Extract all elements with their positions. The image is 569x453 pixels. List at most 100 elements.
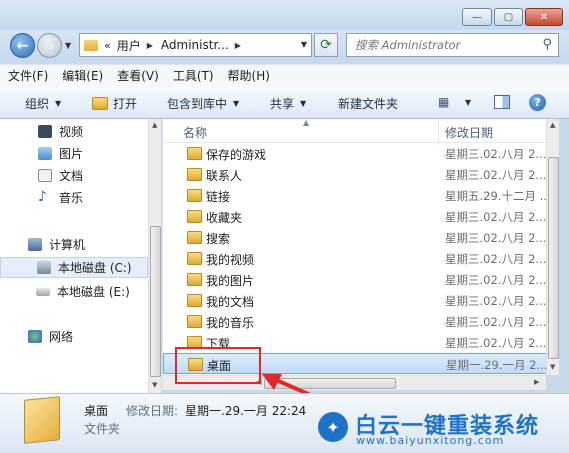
title-bar: — ▢ ✕	[0, 0, 569, 30]
nav-item-drive-e[interactable]: 本地磁盘 (E:)	[0, 281, 148, 302]
organize-button[interactable]: 组织 ▼	[25, 95, 61, 112]
nav-item-documents[interactable]: 文档	[0, 165, 148, 186]
file-row[interactable]: 链接 星期五.29.十二月 ...	[163, 185, 547, 206]
nav-item-music[interactable]: ♪ 音乐	[0, 187, 148, 208]
folder-icon	[187, 210, 202, 223]
search-input[interactable]	[355, 38, 535, 52]
folder-icon	[187, 273, 202, 286]
sort-ascending-icon: ▲	[303, 118, 310, 127]
column-divider[interactable]	[438, 119, 439, 143]
file-row[interactable]: 我的图片 星期三.02.八月 2...	[163, 269, 547, 290]
scroll-right-icon[interactable]: ▶	[534, 378, 539, 386]
file-list: ▲ 名称 修改日期 保存的游戏 星期三.02.八月 2... 联系人 星期三.02.…	[162, 118, 547, 375]
picture-icon	[38, 147, 52, 160]
scroll-down-icon[interactable]: ▼	[152, 381, 157, 389]
folder-icon	[187, 189, 202, 202]
nav-label: 本地磁盘 (C:)	[58, 261, 132, 275]
file-row[interactable]: 保存的游戏 星期三.02.八月 2...	[163, 143, 547, 164]
nav-item-drive-c[interactable]: 本地磁盘 (C:)	[0, 257, 148, 278]
preview-pane-icon[interactable]	[494, 95, 510, 109]
file-row[interactable]: 搜索 星期三.02.八月 2...	[163, 227, 547, 248]
menu-view[interactable]: 查看(V)	[117, 67, 159, 84]
folder-icon	[187, 147, 202, 160]
search-box[interactable]: ⚲	[346, 33, 559, 57]
file-row[interactable]: 我的音乐 星期三.02.八月 2...	[163, 311, 547, 332]
file-date: 星期三.02.八月 2...	[445, 315, 547, 329]
menu-edit[interactable]: 编辑(E)	[62, 67, 103, 84]
recent-pages-dropdown-icon[interactable]: ▼	[65, 41, 71, 50]
scroll-thumb[interactable]	[150, 226, 161, 377]
file-date: 星期三.02.八月 2...	[445, 273, 547, 287]
nav-label: 图片	[59, 147, 84, 161]
view-options-icon[interactable]: ▦	[438, 95, 449, 109]
share-label: 共享	[270, 97, 295, 111]
chevron-down-icon[interactable]: ▼	[465, 98, 471, 107]
folder-icon	[187, 294, 202, 307]
open-button[interactable]: 打开	[92, 95, 137, 112]
drive-icon	[36, 287, 50, 296]
address-overflow-chevron[interactable]: «	[104, 39, 111, 52]
menu-help[interactable]: 帮助(H)	[228, 67, 270, 84]
chevron-down-icon: ▼	[233, 99, 240, 108]
nav-item-computer[interactable]: 计算机	[0, 234, 148, 255]
maximize-button[interactable]: ▢	[494, 8, 523, 26]
organize-label: 组织	[25, 97, 50, 111]
open-label: 打开	[113, 97, 138, 111]
network-icon	[28, 330, 42, 343]
open-folder-icon	[92, 97, 108, 110]
refresh-icon: ⟳	[320, 37, 332, 53]
drive-icon	[37, 261, 51, 274]
nav-label: 计算机	[49, 238, 86, 252]
scroll-up-icon[interactable]: ▲	[152, 121, 157, 129]
file-date: 星期三.02.八月 2...	[445, 294, 547, 308]
file-row[interactable]: 我的文档 星期三.02.八月 2...	[163, 290, 547, 311]
command-bar: 组织 ▼ 打开 包含到库中 ▼ 共享 ▼ 新建文件夹 ▦ ▼ ?	[0, 86, 569, 119]
minimize-button[interactable]: —	[462, 8, 492, 26]
breadcrumb-administrator[interactable]: Administr...	[161, 38, 229, 52]
detail-modified-label: 修改日期:	[126, 404, 179, 418]
forward-button[interactable]: →	[37, 33, 62, 58]
file-row[interactable]: 我的视频 星期三.02.八月 2...	[163, 248, 547, 269]
breadcrumb-separator-icon[interactable]: ▶	[235, 41, 241, 50]
breadcrumb-separator-icon[interactable]: ▶	[147, 41, 153, 50]
nav-label: 视频	[59, 125, 84, 139]
column-date-modified[interactable]: 修改日期	[445, 124, 493, 141]
new-folder-button[interactable]: 新建文件夹	[338, 95, 398, 112]
file-date: 星期三.02.八月 2...	[445, 336, 547, 350]
nav-item-network[interactable]: 网络	[0, 326, 148, 347]
file-date: 星期三.02.八月 2...	[445, 252, 547, 266]
share-button[interactable]: 共享 ▼	[270, 95, 306, 112]
column-name[interactable]: 名称	[183, 124, 207, 141]
new-folder-label: 新建文件夹	[338, 97, 399, 111]
menu-file[interactable]: 文件(F)	[8, 67, 48, 84]
music-note-icon: ♪	[38, 189, 47, 205]
scroll-up-icon[interactable]: ▲	[550, 121, 555, 129]
file-list-scrollbar[interactable]: ▲ ▼	[546, 119, 559, 375]
nav-item-pictures[interactable]: 图片	[0, 143, 148, 164]
include-label: 包含到库中	[167, 97, 228, 111]
video-icon	[38, 125, 52, 138]
refresh-button[interactable]: ⟳	[314, 33, 338, 57]
detail-name: 桌面	[84, 404, 109, 418]
address-dropdown-icon[interactable]: ▼	[301, 40, 307, 49]
nav-item-videos[interactable]: 视频	[0, 121, 148, 142]
file-row[interactable]: 收藏夹 星期三.02.八月 2...	[163, 206, 547, 227]
close-button[interactable]: ✕	[525, 8, 563, 26]
file-name: 链接	[206, 190, 231, 204]
menu-bar: 文件(F) 编辑(E) 查看(V) 工具(T) 帮助(H)	[0, 64, 569, 86]
file-date: 星期三.02.八月 2...	[445, 168, 547, 182]
nav-scrollbar[interactable]: ▲ ▼	[148, 119, 161, 393]
help-icon[interactable]: ?	[529, 94, 546, 111]
breadcrumb-users[interactable]: 用户	[117, 37, 141, 54]
back-button[interactable]: ←	[10, 33, 35, 58]
file-name: 收藏夹	[206, 211, 243, 225]
scroll-thumb[interactable]	[548, 157, 559, 359]
file-row[interactable]: 联系人 星期三.02.八月 2...	[163, 164, 547, 185]
search-icon[interactable]: ⚲	[542, 37, 552, 52]
menu-tools[interactable]: 工具(T)	[173, 67, 214, 84]
navigation-pane: 视频 图片 文档 ♪ 音乐 计算机 本地磁盘 (C:) 本地磁盘 (E:) 网络	[0, 119, 148, 393]
address-bar[interactable]: « 用户 ▶ Administr... ▶ ▼	[79, 33, 312, 57]
include-in-library-button[interactable]: 包含到库中 ▼	[167, 95, 239, 112]
folder-icon	[187, 168, 202, 181]
scroll-down-icon[interactable]: ▼	[550, 363, 555, 371]
